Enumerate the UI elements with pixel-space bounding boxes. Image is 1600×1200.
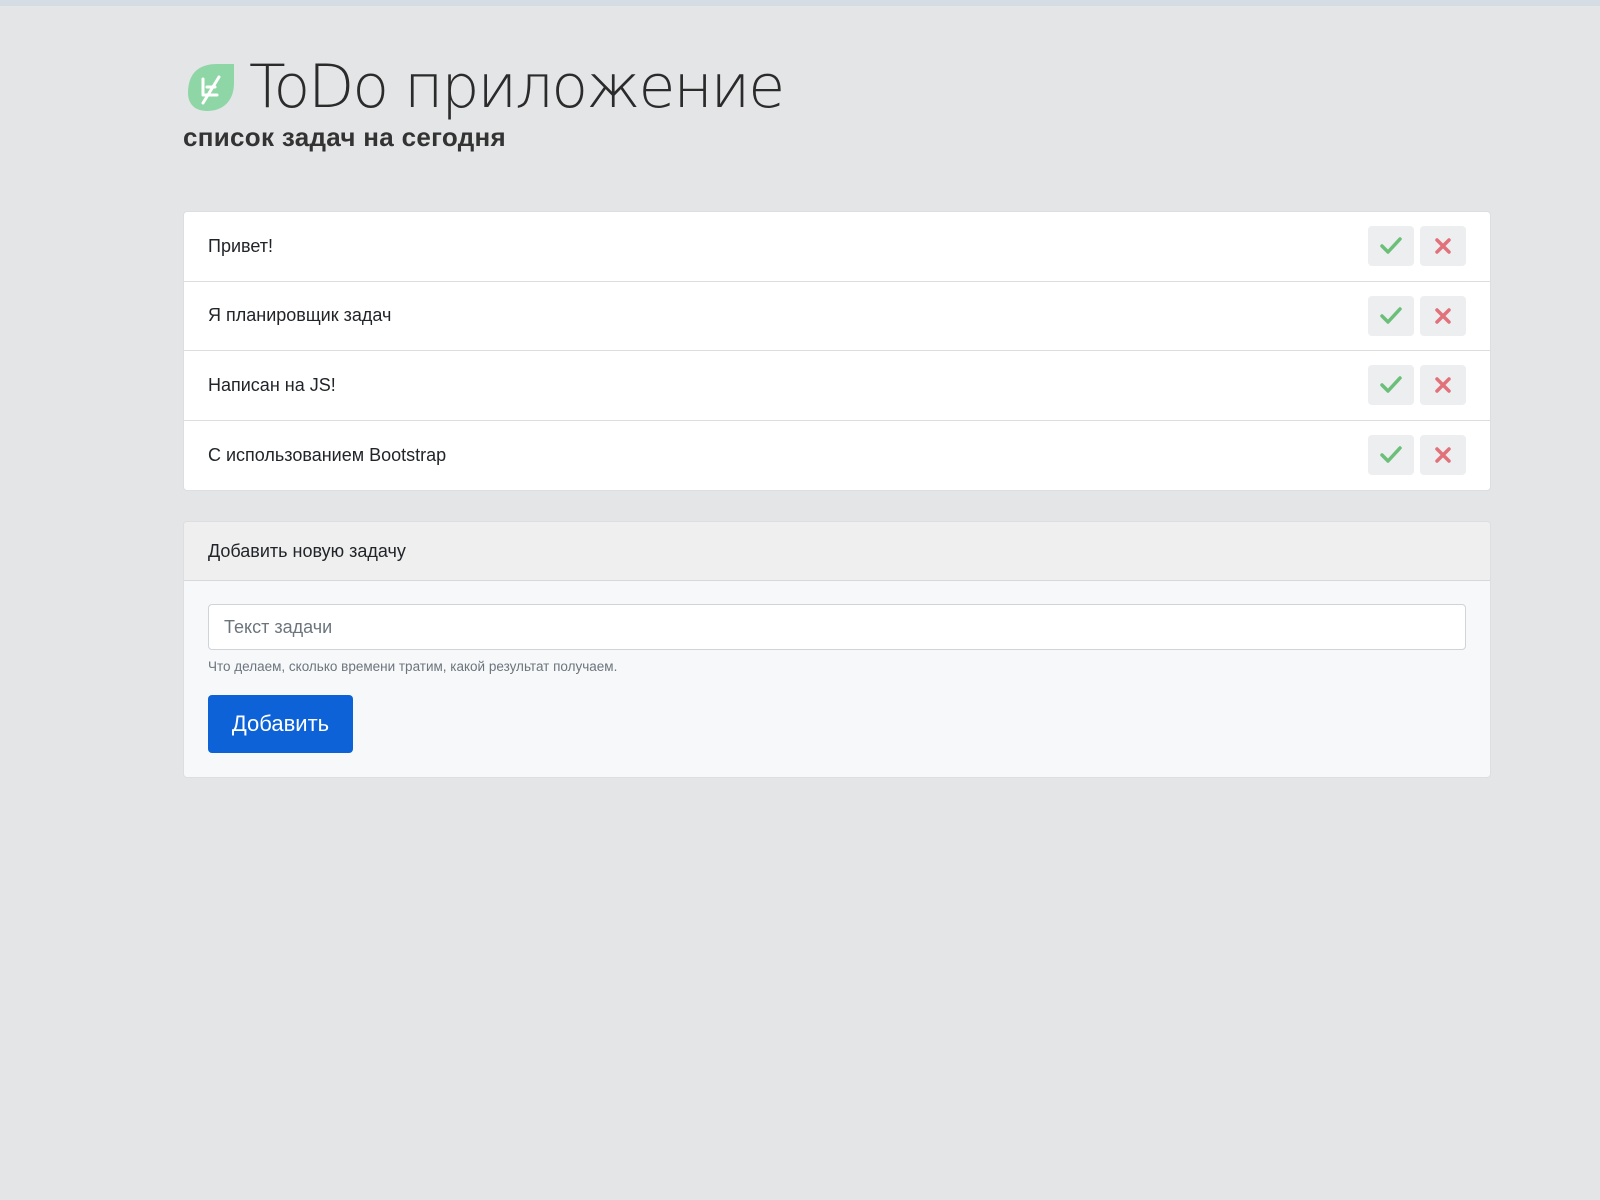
- delete-task-button[interactable]: [1420, 365, 1466, 406]
- task-text-input[interactable]: [208, 604, 1466, 650]
- page-subtitle: список задач на сегодня: [183, 122, 507, 152]
- task-text: С использованием Bootstrap: [208, 444, 447, 465]
- task-actions: [1368, 226, 1466, 267]
- task-actions: [1368, 295, 1466, 336]
- task-row: Написан на JS!: [184, 351, 1490, 421]
- input-help-text: Что делаем, сколько времени тратим, како…: [208, 659, 618, 674]
- app-title: ToDo приложение: [249, 52, 785, 122]
- task-text: Привет!: [208, 235, 274, 256]
- task-list: Привет! Я планировщик задач Написан на J…: [183, 211, 1491, 491]
- close-icon: [1435, 238, 1451, 254]
- app-header: ToDo приложение список задач на сегодня: [183, 52, 785, 153]
- check-icon: [1380, 376, 1402, 393]
- add-task-button[interactable]: Добавить: [208, 695, 353, 753]
- complete-task-button[interactable]: [1368, 365, 1414, 406]
- task-actions: [1368, 435, 1466, 476]
- task-row: Я планировщик задач: [184, 282, 1490, 351]
- top-strip: [0, 0, 1600, 6]
- check-icon: [1380, 307, 1402, 324]
- delete-task-button[interactable]: [1420, 226, 1466, 267]
- task-actions: [1368, 365, 1466, 406]
- complete-task-button[interactable]: [1368, 226, 1414, 267]
- delete-task-button[interactable]: [1420, 295, 1466, 336]
- task-row: Привет!: [184, 212, 1490, 282]
- close-icon: [1435, 308, 1451, 324]
- check-icon: [1380, 446, 1402, 463]
- task-text: Я планировщик задач: [208, 305, 392, 326]
- complete-task-button[interactable]: [1368, 295, 1414, 336]
- title-row: ToDo приложение: [183, 52, 785, 122]
- delete-task-button[interactable]: [1420, 435, 1466, 476]
- leaf-logo-icon: [188, 64, 234, 111]
- add-task-card: Добавить новую задачу Что делаем, скольк…: [183, 521, 1491, 778]
- task-text: Написан на JS!: [208, 374, 336, 395]
- complete-task-button[interactable]: [1368, 435, 1414, 476]
- add-task-body: Что делаем, сколько времени тратим, како…: [184, 581, 1490, 753]
- task-row: С использованием Bootstrap: [184, 421, 1490, 491]
- close-icon: [1435, 377, 1451, 393]
- close-icon: [1435, 447, 1451, 463]
- check-icon: [1380, 237, 1402, 254]
- add-task-header: Добавить новую задачу: [184, 522, 1490, 581]
